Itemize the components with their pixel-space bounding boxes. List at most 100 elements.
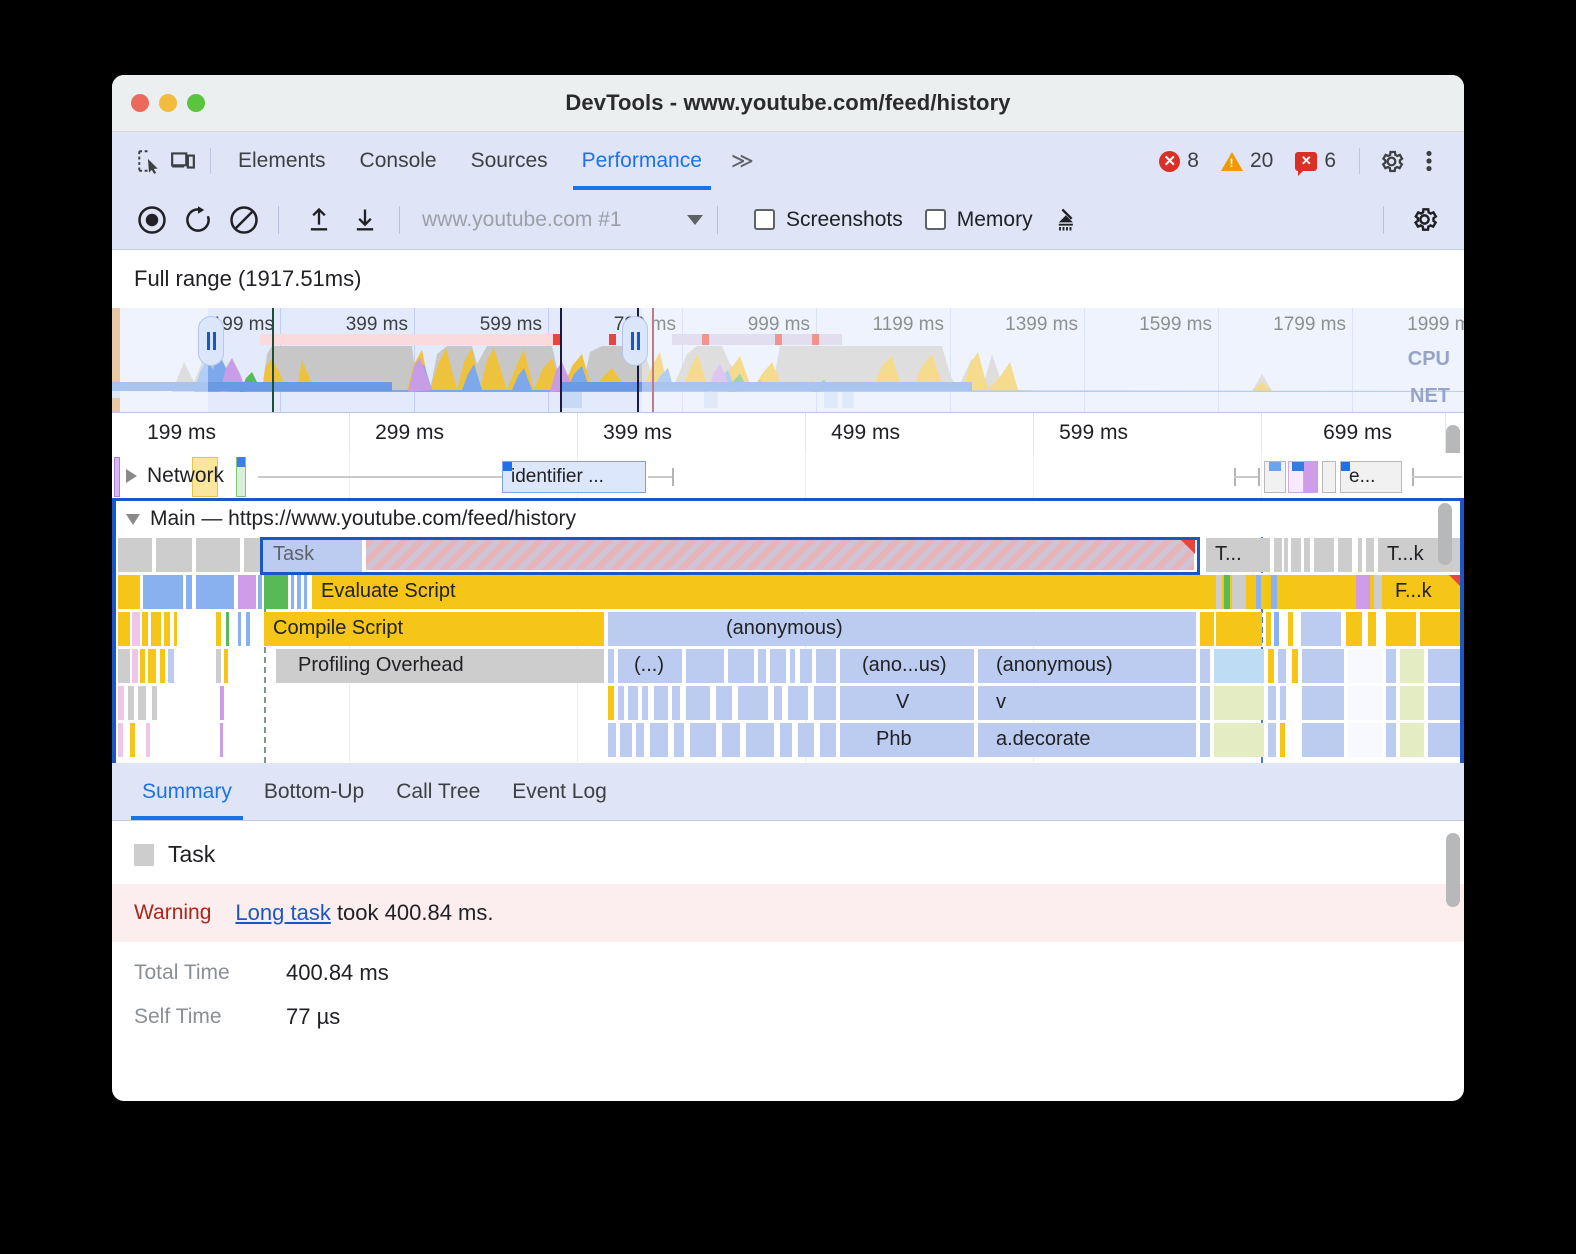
flame-block[interactable]: [738, 686, 768, 720]
flame-block[interactable]: [722, 723, 740, 757]
tab-bottom-up[interactable]: Bottom-Up: [248, 763, 380, 820]
flame-block-compile-script[interactable]: Compile Script: [264, 612, 604, 646]
selected-task-frame[interactable]: [260, 537, 1200, 575]
network-request-identifier[interactable]: identifier ...: [502, 461, 646, 493]
flame-block[interactable]: [196, 575, 234, 609]
flame-block[interactable]: [220, 686, 224, 720]
flame-block[interactable]: [130, 723, 135, 757]
flame-block[interactable]: [118, 575, 140, 609]
flame-block[interactable]: [1356, 575, 1370, 609]
network-track-header[interactable]: Network: [126, 464, 224, 488]
flame-block[interactable]: [1428, 686, 1464, 720]
flame-block[interactable]: [118, 686, 124, 720]
flame-block[interactable]: [1400, 723, 1424, 757]
network-request-bar-purple-2[interactable]: [1304, 461, 1318, 493]
flame-block[interactable]: [297, 575, 301, 609]
flame-block[interactable]: [1374, 575, 1382, 609]
flame-block[interactable]: [1224, 575, 1230, 609]
flame-block[interactable]: [238, 575, 256, 609]
flame-block[interactable]: [1366, 538, 1374, 572]
flame-block[interactable]: [820, 723, 836, 757]
record-icon[interactable]: [132, 200, 172, 240]
flame-block[interactable]: [1274, 612, 1279, 646]
flame-block-task-2[interactable]: T...: [1206, 538, 1270, 572]
flame-block[interactable]: [1400, 649, 1424, 683]
flame-block[interactable]: [746, 723, 774, 757]
flame-block[interactable]: [620, 723, 632, 757]
flame-block[interactable]: [816, 649, 836, 683]
flame-block[interactable]: [770, 649, 786, 683]
flame-block[interactable]: [608, 723, 616, 757]
flame-block[interactable]: [1428, 723, 1464, 757]
network-request-bar-purple[interactable]: [114, 457, 120, 497]
flame-block[interactable]: [156, 538, 192, 572]
flame-block[interactable]: [1386, 686, 1396, 720]
network-request-e[interactable]: e...: [1340, 461, 1402, 493]
flame-block-anonymous-2[interactable]: (anonymous): [978, 649, 1196, 683]
flame-block[interactable]: [628, 686, 638, 720]
message-counter[interactable]: ✕ 6: [1286, 149, 1345, 173]
more-tabs-icon[interactable]: ≫: [719, 148, 766, 174]
tab-summary[interactable]: Summary: [126, 763, 248, 820]
error-counter[interactable]: ✕ 8: [1150, 149, 1208, 173]
flame-block[interactable]: [140, 649, 145, 683]
flame-block[interactable]: [1292, 649, 1298, 683]
flame-block[interactable]: [1268, 686, 1276, 720]
flame-block[interactable]: [1368, 612, 1376, 646]
flame-block[interactable]: [151, 612, 161, 646]
flame-block[interactable]: [1400, 686, 1424, 720]
flame-block[interactable]: [1232, 575, 1246, 609]
flame-block[interactable]: [1288, 612, 1293, 646]
flame-block[interactable]: [758, 649, 766, 683]
flame-block[interactable]: [728, 649, 754, 683]
flame-block[interactable]: [1200, 723, 1210, 757]
chevron-down-icon-main[interactable]: [126, 514, 140, 525]
flame-block[interactable]: [774, 686, 782, 720]
flame-block[interactable]: [118, 649, 130, 683]
network-track[interactable]: Network identifier ... e...: [112, 453, 1464, 501]
flame-block[interactable]: [304, 575, 307, 609]
flame-block[interactable]: [790, 649, 795, 683]
flame-block-anon-short[interactable]: (ano...us): [840, 649, 974, 683]
flame-block[interactable]: [780, 723, 792, 757]
overview-selection-handle-left[interactable]: [198, 316, 224, 366]
flame-block[interactable]: [1420, 612, 1464, 646]
flame-block[interactable]: [1302, 723, 1344, 757]
flame-block-anonymous[interactable]: (anonymous): [608, 612, 1196, 646]
flame-block[interactable]: [160, 649, 165, 683]
flame-block[interactable]: [1348, 723, 1382, 757]
flame-block[interactable]: [1346, 612, 1362, 646]
flame-block[interactable]: [1274, 538, 1282, 572]
flame-block[interactable]: [291, 575, 294, 609]
overview-selection-handle-right[interactable]: [622, 316, 648, 366]
flame-block[interactable]: [690, 723, 716, 757]
warning-counter[interactable]: 20: [1212, 149, 1282, 173]
tab-performance[interactable]: Performance: [565, 132, 719, 190]
flame-block[interactable]: [164, 612, 170, 646]
flame-block[interactable]: [1200, 686, 1210, 720]
flame-block[interactable]: [1268, 723, 1276, 757]
timeline-overview[interactable]: 199 ms 399 ms 599 ms 799 ms 999 ms 1199 …: [112, 308, 1464, 413]
flame-block[interactable]: [224, 649, 228, 683]
flame-block[interactable]: [608, 686, 614, 720]
flame-block[interactable]: [152, 686, 157, 720]
flame-block[interactable]: [814, 686, 836, 720]
tab-sources[interactable]: Sources: [454, 132, 565, 190]
flame-block[interactable]: [674, 723, 684, 757]
flame-block[interactable]: [1302, 649, 1344, 683]
flame-block[interactable]: [1200, 649, 1210, 683]
flame-block[interactable]: [1358, 538, 1362, 572]
clear-icon[interactable]: [224, 200, 264, 240]
flame-block[interactable]: [1291, 538, 1301, 572]
flame-block[interactable]: [132, 649, 138, 683]
flame-block[interactable]: [216, 649, 221, 683]
screenshots-checkbox-box[interactable]: [754, 209, 775, 230]
flame-block[interactable]: [1386, 649, 1396, 683]
flame-block[interactable]: [642, 686, 648, 720]
flame-block[interactable]: [654, 686, 668, 720]
flame-block[interactable]: [186, 575, 192, 609]
flame-block[interactable]: [220, 723, 223, 757]
flame-block[interactable]: [650, 723, 668, 757]
flame-block[interactable]: [1200, 612, 1214, 646]
flame-block[interactable]: [238, 612, 241, 646]
